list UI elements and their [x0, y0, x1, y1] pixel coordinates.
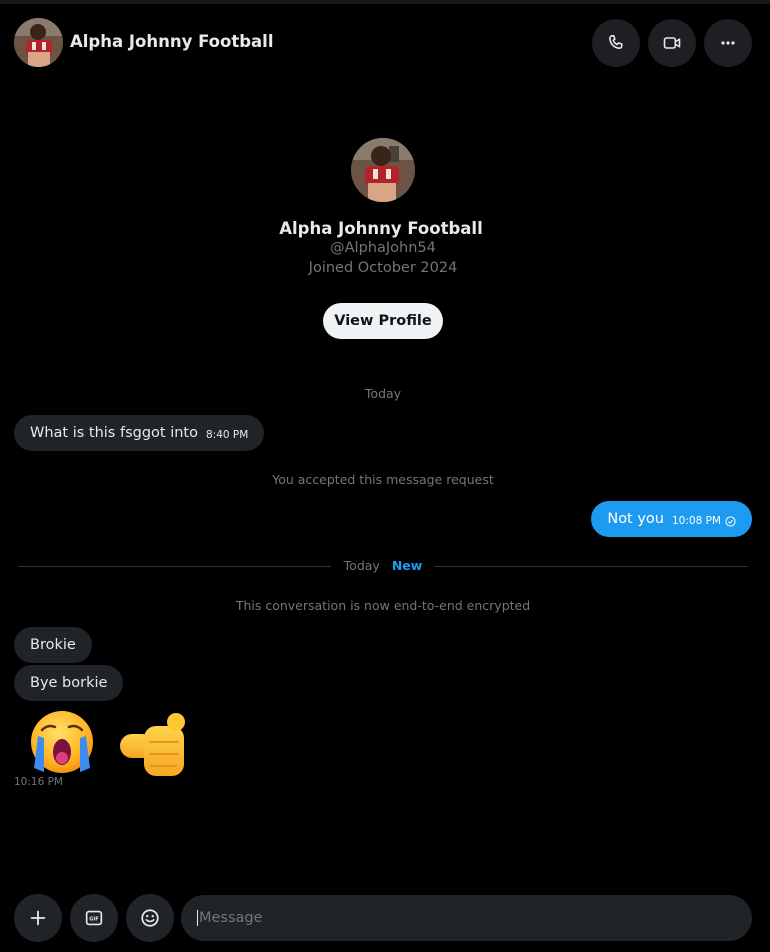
message-time: 10:16 PM [14, 776, 63, 788]
message-text: Brokie [30, 637, 76, 653]
message-text: Bye borkie [30, 675, 108, 691]
date-label: Today [364, 386, 402, 401]
message-bubble[interactable]: Bye borkie [14, 665, 124, 701]
crying-face-emoji[interactable] [28, 710, 96, 774]
gif-button[interactable]: GIF [70, 894, 118, 942]
profile-handle: @AlphaJohn54 [330, 240, 436, 256]
message-text: Not you [607, 511, 664, 527]
message-time: 8:40 PM [205, 429, 249, 441]
message-text: What is this fsggot into [30, 425, 198, 441]
conversation-header: Alpha Johnny Football [0, 4, 770, 82]
profile-joined-date: Joined October 2024 [308, 260, 458, 276]
message-composer[interactable] [181, 895, 752, 941]
message-input[interactable] [197, 910, 752, 926]
divider-date: Today [343, 558, 380, 573]
more-options-button[interactable] [704, 19, 752, 67]
gif-icon: GIF [85, 910, 103, 926]
gif-label: GIF [89, 916, 99, 922]
message-time-wrapper: 10:08 PM [672, 515, 736, 527]
request-accepted-note: You accepted this message request [272, 472, 494, 487]
plus-icon [30, 910, 46, 926]
message-bubble[interactable]: Brokie [14, 627, 92, 663]
phone-icon [609, 34, 623, 50]
pointing-finger-emoji[interactable] [116, 712, 188, 778]
avatar[interactable] [14, 18, 63, 67]
message-time: 10:08 PM [672, 515, 721, 527]
encryption-note: This conversation is now end-to-end encr… [235, 598, 531, 613]
profile-name: Alpha Johnny Football [279, 219, 483, 238]
more-horizontal-icon [721, 41, 735, 45]
add-media-button[interactable] [14, 894, 62, 942]
video-camera-icon [663, 37, 681, 49]
sent-message-bubble[interactable]: Not you 10:08 PM [591, 501, 752, 537]
new-messages-divider: Today New [0, 558, 766, 573]
emoji-button[interactable] [126, 894, 174, 942]
call-button[interactable] [592, 19, 640, 67]
video-call-button[interactable] [648, 19, 696, 67]
conversation-title[interactable]: Alpha Johnny Football [70, 32, 274, 51]
smiley-icon [141, 909, 159, 927]
message-bubble[interactable]: What is this fsggot into 8:40 PM [14, 415, 265, 451]
view-profile-button[interactable]: View Profile [323, 303, 443, 339]
profile-avatar[interactable] [351, 138, 415, 202]
new-badge: New [391, 558, 423, 573]
check-circle-icon [725, 515, 736, 527]
